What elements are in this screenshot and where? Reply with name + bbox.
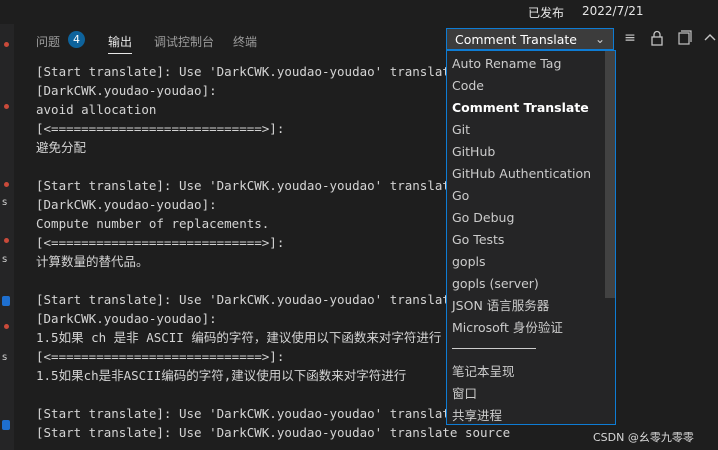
channel-option-selected[interactable]: Comment Translate: [452, 98, 589, 118]
dropdown-divider: [452, 348, 536, 349]
watermark: CSDN @幺零九零零: [593, 431, 694, 444]
error-marker: [4, 104, 9, 109]
output-line: [<============================>]:: [36, 235, 285, 250]
tab-output[interactable]: 输出: [108, 33, 133, 54]
output-line: [Start translate]: Use 'DarkCWK.youdao-y…: [36, 178, 511, 193]
channel-option[interactable]: Go Debug: [452, 208, 514, 228]
channel-option[interactable]: JSON 语言服务器: [452, 296, 549, 316]
output-line: 避免分配: [36, 140, 87, 155]
problems-count-badge: 4: [68, 31, 85, 48]
channel-option[interactable]: gopls: [452, 252, 486, 272]
output-line: [<============================>]:: [36, 349, 285, 364]
chevron-down-icon: ⌄: [594, 32, 605, 46]
gutter-letter: s: [2, 197, 8, 208]
channel-option[interactable]: Microsoft 身份验证: [452, 318, 563, 338]
output-line: 1.5如果ch是非ASCII编码的字符,建议使用以下函数来对字符进行: [36, 368, 407, 383]
output-line: [Start translate]: Use 'DarkCWK.youdao-y…: [36, 425, 511, 440]
output-channel-dropdown: Auto Rename Tag Code Comment Translate G…: [446, 50, 616, 425]
output-channel-value: Comment Translate: [455, 32, 577, 47]
tab-problems[interactable]: 问题: [36, 33, 60, 50]
channel-option[interactable]: Go Tests: [452, 230, 504, 250]
output-line: [Start translate]: Use 'DarkCWK.youdao-y…: [36, 406, 511, 421]
output-line: 计算数量的替代品。: [36, 254, 149, 269]
output-line: 1.5如果 ch 是非 ASCII 编码的字符，建议使用以下函数来对字符进行: [36, 330, 442, 345]
info-marker: [2, 296, 10, 306]
channel-option[interactable]: GitHub: [452, 142, 495, 162]
top-bar: 已发布 2022/7/21: [0, 0, 718, 24]
dropdown-scrollbar[interactable]: [605, 51, 615, 298]
maximize-icon[interactable]: [702, 30, 718, 46]
channel-option[interactable]: GitHub Authentication: [452, 164, 591, 184]
output-line: [Start translate]: Use 'DarkCWK.youdao-y…: [36, 292, 511, 307]
error-marker: [4, 324, 9, 329]
channel-option[interactable]: 笔记本呈现: [452, 362, 515, 382]
editor-gutter-strip: s s s: [0, 24, 14, 450]
output-line: avoid allocation: [36, 102, 157, 117]
output-line: [DarkCWK.youdao-youdao]:: [36, 311, 217, 326]
output-line: [Start translate]: Use 'DarkCWK.youdao-y…: [36, 64, 511, 79]
tab-debug-console[interactable]: 调试控制台: [154, 33, 214, 50]
tab-terminal[interactable]: 终端: [233, 33, 257, 50]
channel-option[interactable]: 窗口: [452, 384, 477, 404]
info-marker: [2, 420, 10, 430]
channel-option[interactable]: Code: [452, 76, 484, 96]
output-channel-select[interactable]: Comment Translate ⌄: [446, 28, 614, 50]
channel-option[interactable]: Go: [452, 186, 469, 206]
output-line: [<============================>]:: [36, 121, 285, 136]
channel-option[interactable]: Auto Rename Tag: [452, 54, 561, 74]
open-file-icon[interactable]: [676, 30, 692, 46]
publish-status: 已发布: [528, 6, 565, 20]
lock-icon[interactable]: [649, 30, 665, 46]
gutter-letter: s: [2, 352, 8, 363]
gutter-letter: s: [2, 254, 8, 265]
error-marker: [4, 238, 9, 243]
publish-date: 2022/7/21: [582, 4, 644, 18]
clear-output-icon[interactable]: ≡: [622, 30, 638, 46]
channel-option[interactable]: 共享进程: [452, 406, 502, 426]
output-line: Compute number of replacements.: [36, 216, 270, 231]
channel-option[interactable]: gopls (server): [452, 274, 539, 294]
error-marker: [4, 42, 9, 47]
output-line: [DarkCWK.youdao-youdao]:: [36, 83, 217, 98]
channel-option[interactable]: Git: [452, 120, 470, 140]
output-line: [DarkCWK.youdao-youdao]:: [36, 197, 217, 212]
error-marker: [4, 182, 9, 187]
